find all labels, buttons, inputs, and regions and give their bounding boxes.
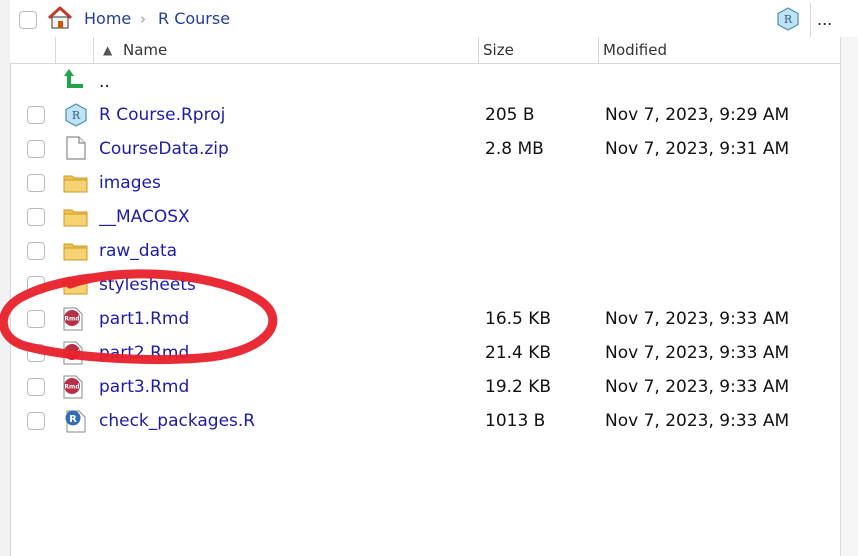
breadcrumb-separator: › bbox=[140, 10, 146, 28]
scrollbar[interactable] bbox=[840, 37, 858, 556]
rproj-icon[interactable]: R bbox=[776, 7, 800, 35]
folder-icon bbox=[63, 207, 88, 231]
column-name-header[interactable]: Name bbox=[123, 41, 167, 59]
file-modified: Nov 7, 2023, 9:33 AM bbox=[605, 309, 790, 329]
file-name-link[interactable]: part2.Rmd bbox=[99, 343, 189, 363]
file-size: 1013 B bbox=[485, 411, 546, 431]
svg-text:Rmd: Rmd bbox=[64, 384, 79, 391]
home-icon[interactable] bbox=[46, 6, 74, 34]
file-modified: Nov 7, 2023, 9:33 AM bbox=[605, 377, 790, 397]
column-modified-header[interactable]: Modified bbox=[603, 41, 667, 59]
file-size: 16.5 KB bbox=[485, 309, 552, 329]
rproj-icon: R bbox=[64, 103, 88, 131]
row-checkbox[interactable] bbox=[27, 242, 45, 260]
file-size: 205 B bbox=[485, 105, 535, 125]
file-name-link[interactable]: check_packages.R bbox=[99, 411, 255, 431]
row-checkbox[interactable] bbox=[27, 140, 45, 158]
svg-text:R: R bbox=[72, 109, 81, 122]
left-panel-edge bbox=[0, 0, 11, 556]
file-modified: Nov 7, 2023, 9:33 AM bbox=[605, 343, 790, 363]
file-modified: Nov 7, 2023, 9:31 AM bbox=[605, 139, 790, 159]
column-divider bbox=[55, 37, 56, 63]
file-size: 19.2 KB bbox=[485, 377, 552, 397]
row-checkbox[interactable] bbox=[27, 344, 45, 362]
folder-icon bbox=[63, 275, 88, 299]
row-checkbox[interactable] bbox=[27, 106, 45, 124]
parent-directory-link[interactable]: .. bbox=[99, 72, 110, 92]
folder-name-link[interactable]: raw_data bbox=[99, 241, 177, 261]
file-icon bbox=[66, 136, 86, 164]
svg-text:Rmd: Rmd bbox=[64, 316, 79, 323]
file-name-link[interactable]: part3.Rmd bbox=[99, 377, 189, 397]
row-checkbox[interactable] bbox=[27, 310, 45, 328]
column-divider bbox=[598, 37, 599, 63]
breadcrumb-home[interactable]: Home bbox=[84, 9, 131, 28]
rmd-icon: Rmd bbox=[63, 375, 83, 403]
file-size: 2.8 MB bbox=[485, 139, 544, 159]
file-name-link[interactable]: CourseData.zip bbox=[99, 139, 229, 159]
row-checkbox[interactable] bbox=[27, 174, 45, 192]
file-name-link[interactable]: part1.Rmd bbox=[99, 309, 189, 329]
file-size: 21.4 KB bbox=[485, 343, 552, 363]
file-modified: Nov 7, 2023, 9:29 AM bbox=[605, 105, 790, 125]
folder-name-link[interactable]: images bbox=[99, 173, 161, 193]
select-all-checkbox[interactable] bbox=[19, 11, 37, 29]
folder-icon bbox=[63, 241, 88, 265]
column-size-header[interactable]: Size bbox=[483, 41, 514, 59]
column-divider bbox=[478, 37, 479, 63]
rmd-icon: Rmd bbox=[63, 307, 83, 335]
file-name-link[interactable]: R Course.Rproj bbox=[99, 105, 225, 125]
row-checkbox[interactable] bbox=[27, 412, 45, 430]
folder-name-link[interactable]: stylesheets bbox=[99, 275, 196, 295]
toolbar-divider bbox=[810, 3, 811, 37]
rmd-icon: Rmd bbox=[63, 341, 83, 369]
row-checkbox[interactable] bbox=[27, 378, 45, 396]
row-checkbox[interactable] bbox=[27, 276, 45, 294]
file-modified: Nov 7, 2023, 9:33 AM bbox=[605, 411, 790, 431]
r-script-icon: R bbox=[64, 409, 86, 437]
breadcrumb-r-course[interactable]: R Course bbox=[158, 9, 230, 28]
svg-text:Rmd: Rmd bbox=[64, 350, 79, 357]
more-options-button[interactable]: ... bbox=[817, 10, 832, 29]
svg-text:R: R bbox=[69, 414, 77, 425]
row-checkbox[interactable] bbox=[27, 208, 45, 226]
folder-icon bbox=[63, 173, 88, 197]
column-divider bbox=[93, 37, 94, 63]
sort-ascending-icon: ▲ bbox=[103, 43, 113, 57]
go-up-icon[interactable] bbox=[64, 68, 86, 94]
svg-text:R: R bbox=[784, 13, 793, 26]
breadcrumb bbox=[10, 0, 858, 38]
folder-name-link[interactable]: __MACOSX bbox=[99, 207, 190, 227]
